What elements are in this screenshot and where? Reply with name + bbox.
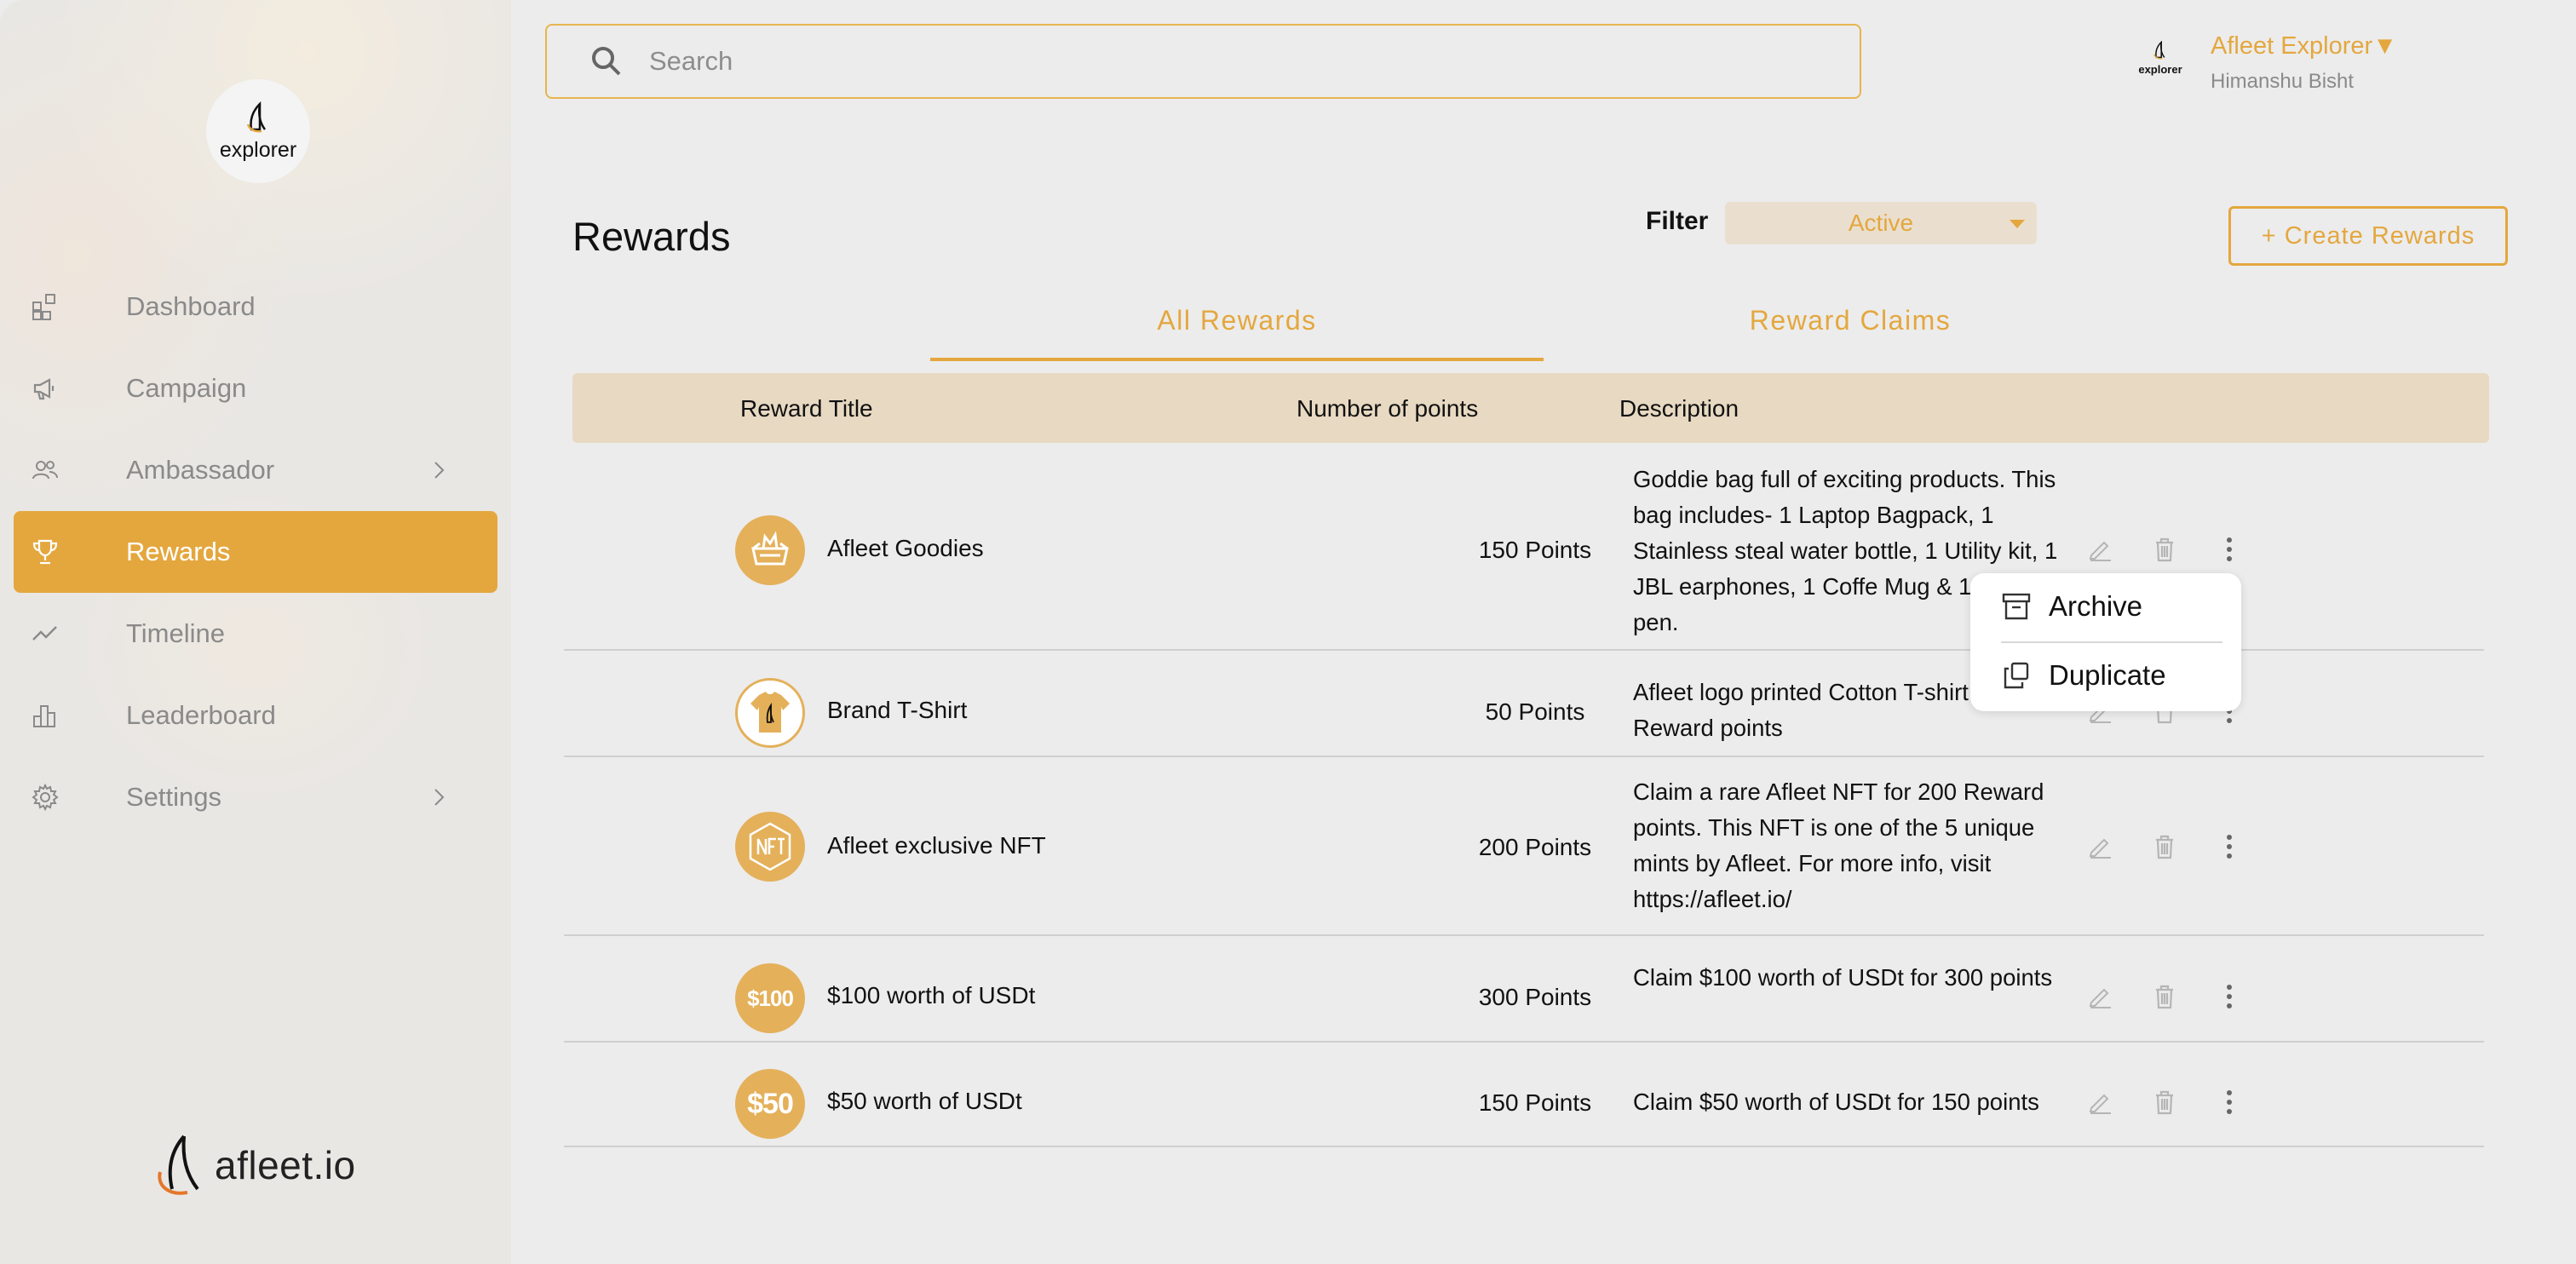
sidebar-item-dashboard[interactable]: Dashboard [14,266,497,348]
more-vertical-icon[interactable] [2215,832,2244,861]
sidebar-item-label: Rewards [126,537,231,566]
tshirt-icon [735,678,805,748]
menu-item-archive[interactable]: Archive [2001,590,2142,623]
afleet-sail-icon [2153,40,2165,60]
search-icon [592,47,621,76]
sidebar-item-label: Timeline [126,618,225,648]
menu-divider [2001,641,2222,643]
tab-reward-claims[interactable]: Reward Claims [1544,305,2157,336]
edit-icon[interactable] [2085,982,2114,1011]
edit-icon[interactable] [2085,832,2114,861]
sidebar-item-ambassador[interactable]: Ambassador [14,429,497,511]
row-context-menu: Archive Duplicate [1970,573,2241,711]
filter-value: Active [1848,210,1914,236]
column-header-title: Reward Title [740,395,873,422]
gear-icon [31,783,60,812]
tab-all-rewards[interactable]: All Rewards [930,305,1544,336]
sidebar-item-rewards[interactable]: Rewards [14,511,497,593]
reward-title: Brand T-Shirt [827,697,968,723]
footer-logo-text: afleet.io [215,1143,356,1187]
menu-item-label: Archive [2049,590,2143,622]
chevron-right-icon [434,462,445,479]
reward-title: Afleet Goodies [827,535,984,561]
usd-50-icon: $50 [735,1069,805,1139]
reward-title: $100 worth of USDt [827,982,1036,1008]
page-title: Rewards [572,214,731,259]
sidebar-item-label: Settings [126,782,222,812]
table-header: Reward Title Number of points Descriptio… [572,373,2489,443]
megaphone-icon [31,374,60,403]
trash-icon[interactable] [2150,832,2179,861]
menu-item-duplicate[interactable]: Duplicate [2001,659,2166,692]
usd-100-icon: $100 [735,963,805,1033]
table-row: Afleet exclusive NFT 200 Points Claim a … [564,757,2484,936]
trend-icon [31,619,60,648]
search-bar [545,24,1861,99]
bar-chart-icon [31,701,60,730]
trophy-icon [31,537,60,566]
user-subtitle: Himanshu Bisht [2211,70,2355,93]
sidebar-item-label: Ambassador [126,455,275,485]
reward-title: $50 worth of USDt [827,1088,1022,1114]
sidebar-item-leaderboard[interactable]: Leaderboard [14,675,497,756]
avatar-text: explorer [2138,63,2182,76]
sidebar-item-campaign[interactable]: Campaign [14,348,497,429]
afleet-sail-icon [158,1135,199,1195]
sidebar-item-settings[interactable]: Settings [14,756,497,838]
chevron-right-icon [434,789,445,806]
avatar: explorer [2134,39,2187,92]
edit-icon[interactable] [2085,535,2114,564]
reward-description: Claim $50 worth of USDt for 150 points [1633,1089,2039,1115]
filter-label: Filter [1646,207,1709,235]
more-vertical-icon[interactable] [2215,982,2244,1011]
trash-icon[interactable] [2150,1088,2179,1117]
trash-icon[interactable] [2150,535,2179,564]
column-header-points: Number of points [1297,395,1479,422]
brand-logo-text: explorer [219,137,297,162]
icon-text: $100 [747,985,794,1011]
copy-icon [2004,662,2029,689]
column-header-description: Description [1619,395,1739,422]
more-vertical-icon[interactable] [2215,1088,2244,1117]
sidebar-item-timeline[interactable]: Timeline [14,593,497,675]
users-icon [31,456,60,485]
icon-text: $50 [747,1087,794,1120]
edit-icon[interactable] [2085,1088,2114,1117]
menu-item-label: Duplicate [2049,659,2166,691]
sidebar-item-label: Dashboard [126,291,256,321]
sidebar-nav: Dashboard Campaign Ambassador Rewards Ti… [14,266,497,838]
filter-select[interactable]: Active [1725,202,2037,244]
sidebar: explorer Dashboard Campaign Ambassador R… [0,0,511,1264]
reward-description: Claim $100 worth of USDt for 300 points [1633,964,2053,991]
table-row: $50 $50 worth of USDt 150 Points Claim $… [564,1043,2484,1147]
caret-down-icon [2010,220,2025,228]
user-name[interactable]: Afleet Explorer▼ [2211,32,2397,60]
nft-icon [735,812,805,882]
goodie-basket-icon [735,515,805,585]
trash-icon[interactable] [2150,982,2179,1011]
create-rewards-button[interactable]: + Create Rewards [2228,206,2508,266]
afleet-sail-icon [246,101,267,132]
dashboard-icon [31,292,60,321]
table-row: $100 $100 worth of USDt 300 Points Claim… [564,936,2484,1043]
more-vertical-icon[interactable] [2215,535,2244,564]
sidebar-item-label: Campaign [126,373,247,403]
search-input[interactable] [649,46,1757,77]
archive-icon [2002,593,2031,620]
footer-logo[interactable]: afleet.io [150,1133,356,1198]
sidebar-item-label: Leaderboard [126,700,276,730]
reward-title: Afleet exclusive NFT [827,832,1046,859]
reward-description: Claim a rare Afleet NFT for 200 Reward p… [1633,779,2044,912]
active-tab-indicator [930,358,1544,361]
brand-logo[interactable]: explorer [206,79,310,183]
